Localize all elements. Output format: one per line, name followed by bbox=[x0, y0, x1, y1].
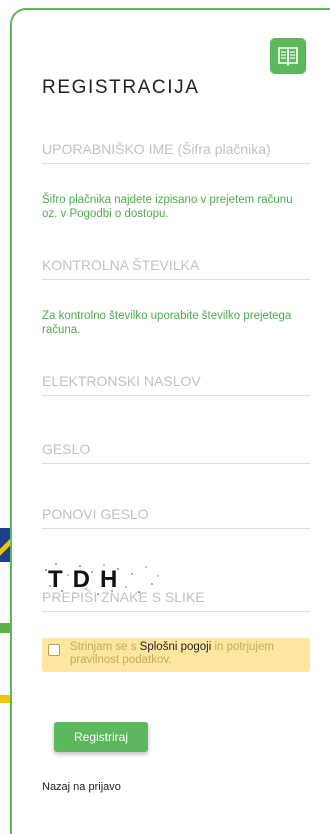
control-number-hint: Za kontrolno številko uporabite številko… bbox=[42, 310, 292, 336]
username-hint: Šifro plačnika najdete izpisano v prejet… bbox=[42, 194, 293, 220]
manual-button[interactable] bbox=[270, 38, 306, 74]
back-to-login-link[interactable]: Nazaj na prijavo bbox=[42, 781, 121, 793]
control-number-input[interactable] bbox=[42, 250, 310, 280]
email-input[interactable] bbox=[42, 366, 310, 396]
terms-checkbox[interactable] bbox=[48, 644, 60, 656]
terms-text: Strinjam se s Splošni pogoji in potrjuje… bbox=[70, 641, 304, 667]
terms-prefix: Strinjam se s bbox=[70, 641, 140, 653]
terms-agreement: Strinjam se s Splošni pogoji in potrjuje… bbox=[42, 638, 310, 672]
registration-panel bbox=[10, 8, 330, 834]
username-input[interactable] bbox=[42, 134, 310, 164]
password-input[interactable] bbox=[42, 434, 310, 464]
page-title: REGISTRACIJA bbox=[42, 77, 200, 98]
terms-link[interactable]: Splošni pogoji bbox=[140, 641, 212, 653]
register-button[interactable]: Registriraj bbox=[54, 722, 148, 752]
captcha-input[interactable] bbox=[42, 582, 310, 612]
book-icon bbox=[278, 47, 298, 66]
password-repeat-input[interactable] bbox=[42, 499, 310, 529]
